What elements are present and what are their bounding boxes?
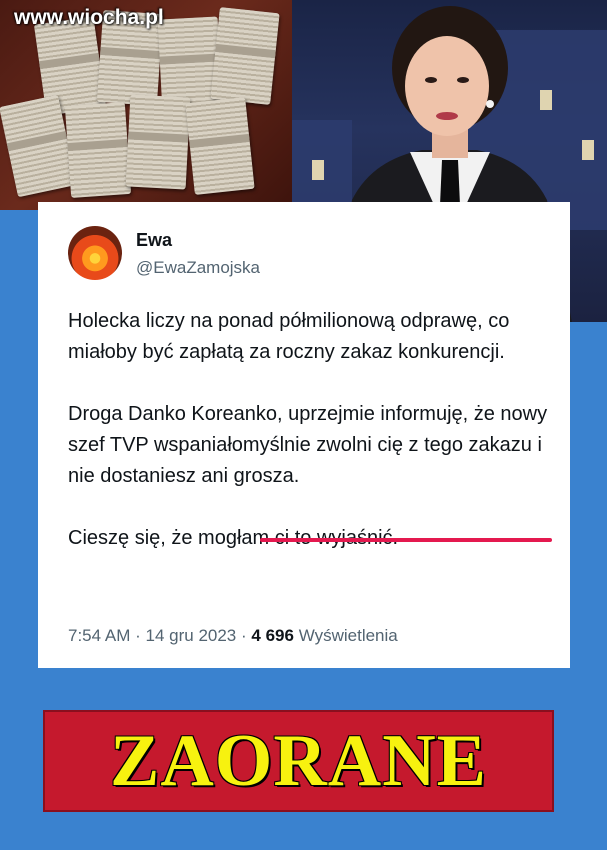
banknote-stack — [210, 7, 280, 105]
tweet-handle[interactable]: @EwaZamojska — [136, 258, 260, 278]
banknote-stack — [125, 94, 191, 190]
banknote-stack — [64, 102, 132, 198]
meta-separator: · — [241, 626, 247, 645]
views-count: 4 696 — [251, 626, 294, 645]
tweet-time[interactable]: 7:54 AM — [68, 626, 130, 645]
site-watermark: www.wiocha.pl — [14, 6, 164, 29]
banknotes-photo: www.wiocha.pl — [0, 0, 292, 210]
meta-separator: · — [135, 626, 141, 645]
tweet-date[interactable]: 14 gru 2023 — [146, 626, 237, 645]
tweet-paragraph: Holecka liczy na ponad półmilionową odpr… — [68, 310, 510, 363]
highlight-underline — [260, 538, 552, 542]
banknote-stack — [185, 97, 255, 195]
sunset-avatar-icon[interactable] — [68, 226, 122, 280]
caption-banner: ZAORANE — [43, 710, 554, 812]
tweet-display-name[interactable]: Ewa — [136, 230, 172, 251]
meme-page: www.wiocha.pl Ewa @EwaZamojska Holecka l… — [0, 0, 607, 850]
tweet-paragraph: Droga Danko Koreanko, uprzejmie informuj… — [68, 403, 548, 487]
tweet-meta: 7:54 AM · 14 gru 2023 · 4 696 Wyświetlen… — [68, 626, 398, 646]
views-label: Wyświetlenia — [298, 626, 398, 645]
tweet-card: Ewa @EwaZamojska Holecka liczy na ponad … — [38, 202, 570, 668]
tweet-body: Holecka liczy na ponad półmilionową odpr… — [68, 306, 558, 554]
banner-text: ZAORANE — [109, 719, 488, 802]
